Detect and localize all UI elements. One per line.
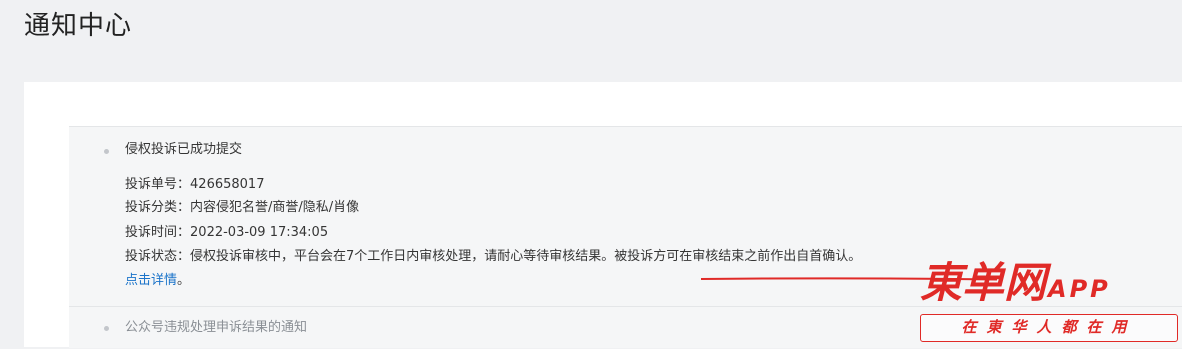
- field-label: 投诉状态: [125, 249, 178, 264]
- field-label: 投诉时间: [125, 225, 178, 240]
- watermark-slogan: 在東华人都在用: [920, 314, 1178, 342]
- watermark-brand: 東单网APP: [920, 258, 1182, 308]
- field-value: 内容侵犯名誉/商誉/隐私/肖像: [190, 200, 360, 215]
- complaint-category-field: 投诉分类：内容侵犯名誉/商誉/隐私/肖像: [125, 200, 360, 215]
- detail-tail-text: 。: [177, 273, 191, 288]
- watermark-app-text: APP: [1048, 275, 1111, 303]
- notification-title[interactable]: 侵权投诉已成功提交: [125, 141, 242, 159]
- complaint-status-field: 投诉状态：侵权投诉审核中，平台会在7个工作日内审核处理，请耐心等待审核结果。被投…: [125, 249, 862, 264]
- page-title: 通知中心: [24, 11, 133, 41]
- watermark-brand-text: 東单网: [920, 258, 1047, 307]
- watermark-logo: 東单网APP 在東华人都在用: [920, 258, 1182, 347]
- field-value: 侵权投诉审核中，平台会在7个工作日内审核处理，请耐心等待审核结果。被投诉方可在审…: [190, 249, 862, 264]
- bullet-dot-icon: [104, 326, 109, 331]
- field-label: 投诉单号: [125, 177, 178, 192]
- field-value: 2022-03-09 17:34:05: [190, 225, 329, 240]
- field-label: 投诉分类: [125, 200, 178, 215]
- field-value: 426658017: [190, 177, 265, 192]
- complaint-number-field: 投诉单号：426658017: [125, 177, 265, 192]
- view-details-link[interactable]: 点击详情: [125, 273, 177, 288]
- notification-title[interactable]: 公众号违规处理申诉结果的通知: [125, 319, 307, 337]
- bullet-dot-icon: [104, 149, 109, 154]
- complaint-time-field: 投诉时间：2022-03-09 17:34:05: [125, 225, 329, 240]
- detail-link-row: 点击详情。: [125, 272, 190, 290]
